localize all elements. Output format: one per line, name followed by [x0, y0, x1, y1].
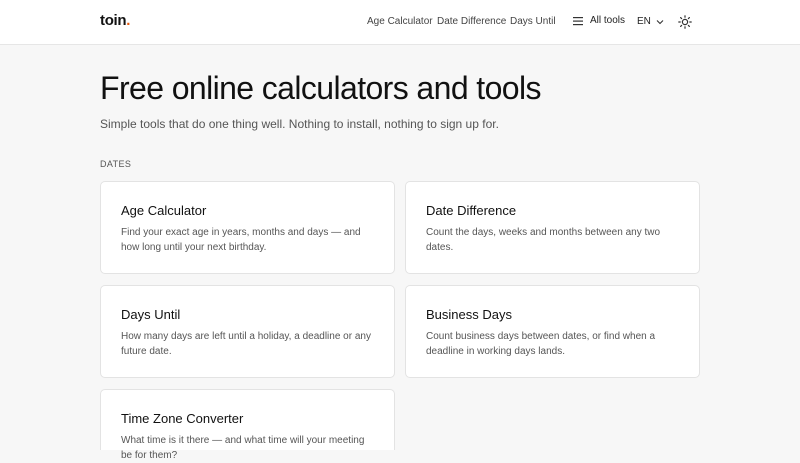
card-description: Count the days, weeks and months between… — [426, 227, 661, 253]
chevron-down-icon — [656, 19, 664, 24]
card-age-calculator[interactable]: Age Calculator Find your exact age in ye… — [100, 181, 395, 274]
card-time-zone-converter[interactable]: Time Zone Converter What time is it ther… — [100, 389, 395, 461]
language-selector[interactable]: EN — [637, 16, 664, 27]
card-description: How many days are left until a holiday, … — [121, 331, 371, 357]
nav-age-calculator[interactable]: Age Calculator — [367, 16, 433, 27]
nav-days-until[interactable]: Days Until — [510, 16, 556, 27]
card-title: Business Days — [426, 307, 512, 322]
hamburger-icon — [573, 16, 583, 25]
logo[interactable]: toin. — [100, 12, 130, 29]
sun-icon[interactable] — [678, 15, 692, 29]
language-label: EN — [637, 16, 651, 27]
page-subtitle: Simple tools that do one thing well. Not… — [100, 117, 499, 131]
card-business-days[interactable]: Business Days Count business days betwee… — [405, 285, 700, 378]
card-title: Age Calculator — [121, 203, 207, 218]
card-title: Time Zone Converter — [121, 411, 244, 426]
all-tools-button[interactable]: All tools — [573, 15, 625, 26]
card-title: Date Difference — [426, 203, 517, 218]
card-title: Days Until — [121, 307, 181, 322]
card-date-difference[interactable]: Date Difference Count the days, weeks an… — [405, 181, 700, 274]
top-bar: toin. Age Calculator Date Difference Day… — [0, 0, 800, 45]
logo-dot: . — [126, 12, 131, 29]
all-tools-label: All tools — [590, 15, 626, 26]
section-label-dates: DATES — [100, 159, 132, 169]
nav-date-difference[interactable]: Date Difference — [437, 16, 506, 27]
card-description: Count business days between dates, or fi… — [426, 331, 656, 357]
logo-text: toin — [100, 12, 127, 29]
card-description: What time is it there — and what time wi… — [121, 435, 365, 461]
card-description: Find your exact age in years, months and… — [121, 227, 361, 253]
page-title: Free online calculators and tools — [100, 70, 542, 106]
card-days-until[interactable]: Days Until How many days are left until … — [100, 285, 395, 378]
